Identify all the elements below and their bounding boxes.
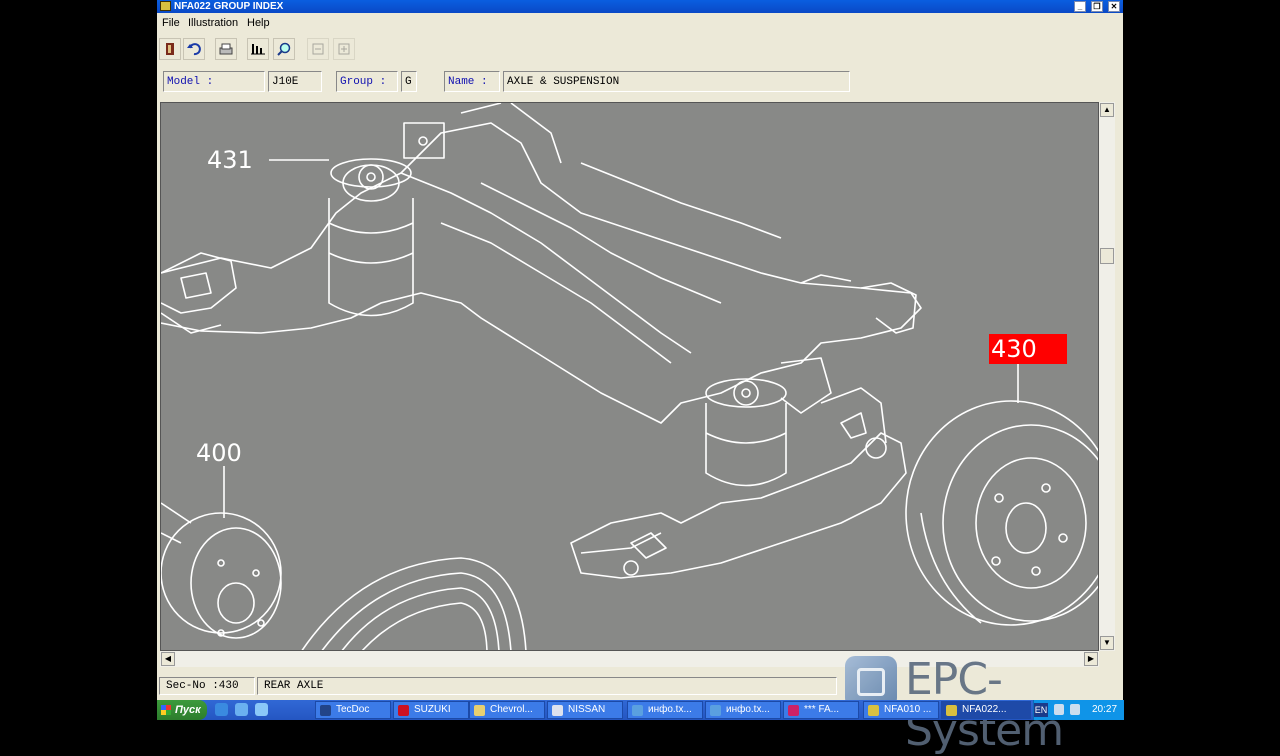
system-tray: EN 20:27 xyxy=(1033,700,1124,720)
taskbar-item[interactable]: инфо.tx... xyxy=(627,701,703,719)
scroll-up-arrow[interactable]: ▲ xyxy=(1100,103,1114,117)
info-bar: Model : J10E Group : G Name : AXLE & SUS… xyxy=(157,68,1123,96)
callout-430[interactable]: 430 xyxy=(989,334,1067,364)
scroll-left-arrow[interactable]: ◀ xyxy=(161,652,175,666)
task-app-icon xyxy=(788,705,799,716)
search-zoom-icon xyxy=(277,42,291,56)
task-app-icon xyxy=(946,705,957,716)
task-label: Chevrol... xyxy=(490,704,533,715)
search-quicklaunch-icon[interactable] xyxy=(235,703,248,716)
taskbar-item[interactable]: *** FA... xyxy=(783,701,859,719)
minimize-button[interactable]: _ xyxy=(1074,1,1086,12)
task-app-icon xyxy=(552,705,563,716)
taskbar-item[interactable]: инфо.tx... xyxy=(705,701,781,719)
prev-page-button[interactable] xyxy=(307,38,329,60)
callout-400[interactable]: 400 xyxy=(196,439,242,467)
task-label: NISSAN xyxy=(568,704,606,715)
section-number: Sec-No :430 xyxy=(159,677,255,695)
task-label: NFA010 ... xyxy=(884,704,932,715)
axle-suspension-drawing xyxy=(161,103,1098,650)
model-field: J10E xyxy=(268,71,322,92)
taskbar: Пуск TecDoc SUZUKI Chevrol... NISSAN инфо.tx… xyxy=(157,700,1124,720)
prev-page-icon xyxy=(312,43,324,55)
vertical-scrollbar[interactable]: ▲ ▼ xyxy=(1099,102,1115,651)
parts-list-icon xyxy=(251,44,265,55)
title-bar[interactable]: NFA022 GROUP INDEX _ ❐ ✕ xyxy=(157,0,1123,13)
next-page-button[interactable] xyxy=(333,38,355,60)
task-app-icon xyxy=(710,705,721,716)
task-app-icon xyxy=(398,705,409,716)
window-title: NFA022 GROUP INDEX xyxy=(174,1,284,12)
start-button[interactable]: Пуск xyxy=(157,700,207,720)
tray-network-icon[interactable] xyxy=(1054,704,1064,715)
task-label: инфо.tx... xyxy=(726,704,770,715)
language-indicator[interactable]: EN xyxy=(1034,703,1048,717)
model-label: Model : xyxy=(163,71,265,92)
undo-button[interactable] xyxy=(183,38,205,60)
group-field: G xyxy=(401,71,417,92)
windows-flag-icon xyxy=(161,705,171,715)
epc-app-icon xyxy=(160,1,171,11)
close-button[interactable]: ✕ xyxy=(1108,1,1120,12)
menu-file[interactable]: File xyxy=(162,17,180,29)
task-label: *** FA... xyxy=(804,704,840,715)
undo-icon xyxy=(187,43,201,56)
taskbar-item[interactable]: NFA022... xyxy=(941,701,1031,719)
name-label: Name : xyxy=(444,71,500,92)
exit-icon xyxy=(166,43,174,55)
task-label: TecDoc xyxy=(336,704,370,715)
name-field: AXLE & SUSPENSION xyxy=(503,71,850,92)
task-app-icon xyxy=(868,705,879,716)
task-label: SUZUKI xyxy=(414,704,451,715)
exit-button[interactable] xyxy=(159,38,181,60)
next-page-icon xyxy=(338,43,350,55)
maximize-button[interactable]: ❐ xyxy=(1091,1,1103,12)
menu-help[interactable]: Help xyxy=(247,17,270,29)
taskbar-item[interactable]: NFA010 ... xyxy=(863,701,939,719)
menu-illustration[interactable]: Illustration xyxy=(188,17,238,29)
scroll-down-arrow[interactable]: ▼ xyxy=(1100,636,1114,650)
desktop-quicklaunch-icon[interactable] xyxy=(255,703,268,716)
task-app-icon xyxy=(320,705,331,716)
search-zoom-button[interactable] xyxy=(273,38,295,60)
taskbar-item[interactable]: NISSAN xyxy=(547,701,623,719)
task-label: инфо.tx... xyxy=(648,704,692,715)
clock: 20:27 xyxy=(1092,704,1118,715)
print-button[interactable] xyxy=(215,38,237,60)
task-app-icon xyxy=(474,705,485,716)
illustration-canvas[interactable]: 431 430 400 xyxy=(160,102,1099,651)
parts-list-button[interactable] xyxy=(247,38,269,60)
task-label: NFA022... xyxy=(962,704,1007,715)
print-icon xyxy=(219,43,233,55)
group-label: Group : xyxy=(336,71,398,92)
toolbar xyxy=(157,36,1123,64)
ie-quicklaunch-icon[interactable] xyxy=(215,703,228,716)
taskbar-item[interactable]: TecDoc xyxy=(315,701,391,719)
task-app-icon xyxy=(632,705,643,716)
start-label: Пуск xyxy=(175,704,201,716)
application-window: NFA022 GROUP INDEX _ ❐ ✕ File Illustrati… xyxy=(157,0,1123,700)
taskbar-item[interactable]: SUZUKI xyxy=(393,701,469,719)
taskbar-item[interactable]: Chevrol... xyxy=(469,701,545,719)
menu-bar: File Illustration Help xyxy=(157,15,1123,32)
vertical-scroll-thumb[interactable] xyxy=(1100,248,1114,264)
section-name: REAR AXLE xyxy=(257,677,837,695)
tray-volume-icon[interactable] xyxy=(1070,704,1080,715)
callout-431[interactable]: 431 xyxy=(207,146,253,174)
